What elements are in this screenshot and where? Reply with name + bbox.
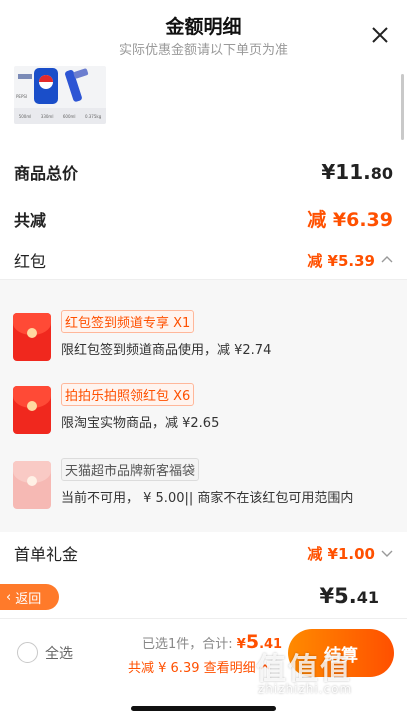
coupon-desc: 限淘宝实物商品，减 ¥2.65 (61, 416, 220, 431)
total-reduce-value: 减 ¥6.39 (307, 209, 393, 231)
total-price-label: 商品总价 (14, 164, 79, 183)
coupon-item[interactable]: 拍拍乐拍照领红包 X6 限淘宝实物商品，减 ¥2.65 (0, 379, 407, 455)
spec-cell: 600ml (62, 113, 76, 119)
product-thumbnail: PEPSI 500ml 330ml 600ml 0.375kg (14, 66, 106, 124)
coupon-item[interactable]: 红包签到频道专享 X1 限红包签到频道商品使用，减 ¥2.74 (0, 306, 407, 382)
total-reduce-row: 共减 减 ¥6.39 (14, 205, 393, 232)
coupon-tag: 天猫超市品牌新客福袋 (61, 458, 200, 481)
chevron-up-icon[interactable] (381, 254, 393, 266)
spec-cell: 0.375kg (84, 113, 102, 119)
spec-cell: 330ml (40, 113, 54, 119)
header: 金额明细 实际优惠金额请以下单页为准 (0, 0, 407, 70)
total-reduce-label: 共减 (14, 210, 47, 230)
final-price-value: ¥5.41 (319, 584, 379, 608)
red-envelope-icon (13, 461, 51, 509)
page-title: 金额明细 (165, 16, 242, 38)
coupon-tag: 拍拍乐拍照领红包 X6 (61, 383, 195, 406)
spec-cell: 500ml (18, 113, 32, 119)
select-all-label[interactable]: 全选 (45, 643, 73, 663)
coupon-tag: 红包签到频道专享 X1 (61, 310, 195, 333)
page-subtitle: 实际优惠金额请以下单页为准 (118, 43, 288, 58)
close-icon[interactable] (369, 24, 391, 46)
back-button[interactable]: ‹ 返回 (0, 584, 59, 610)
chevron-left-icon: ‹ (6, 589, 12, 605)
scrollbar[interactable] (401, 74, 404, 140)
red-envelope-icon (13, 313, 51, 361)
product-spec-strip: 500ml 330ml 600ml 0.375kg (14, 108, 106, 124)
hongbao-row[interactable]: 红包 减 ¥5.39 (14, 248, 393, 272)
home-indicator (131, 706, 276, 711)
watermark-site: zhizhizhi.com (258, 682, 353, 696)
coupon-desc: 限红包签到频道商品使用，减 ¥2.74 (61, 343, 272, 358)
view-detail-link[interactable]: 共减 ¥ 6.39 查看明细 (128, 657, 270, 676)
product-brand: PEPSI (16, 94, 28, 99)
gift-label: 首单礼金 (14, 545, 79, 564)
product-image-icon (18, 68, 89, 104)
red-envelope-icon (13, 386, 51, 434)
total-price-row: 商品总价 ¥11.80 (14, 160, 393, 184)
select-all-radio[interactable] (17, 642, 38, 663)
coupon-list: 红包签到频道专享 X1 限红包签到频道商品使用，减 ¥2.74 拍拍乐拍照领红包… (0, 280, 407, 532)
coupon-desc: 当前不可用， ¥ 5.00|| 商家不在该红包可用范围内 (61, 491, 354, 506)
gift-value[interactable]: 减 ¥1.00 (307, 543, 393, 564)
total-price-value: ¥11.80 (321, 160, 393, 184)
chevron-down-icon[interactable] (381, 547, 393, 559)
hongbao-value[interactable]: 减 ¥5.39 (307, 250, 393, 271)
first-order-gift-row[interactable]: 首单礼金 减 ¥1.00 (14, 541, 393, 565)
hongbao-label: 红包 (14, 252, 47, 271)
coupon-item-disabled: 天猫超市品牌新客福袋 当前不可用， ¥ 5.00|| 商家不在该红包可用范围内 (0, 454, 407, 530)
